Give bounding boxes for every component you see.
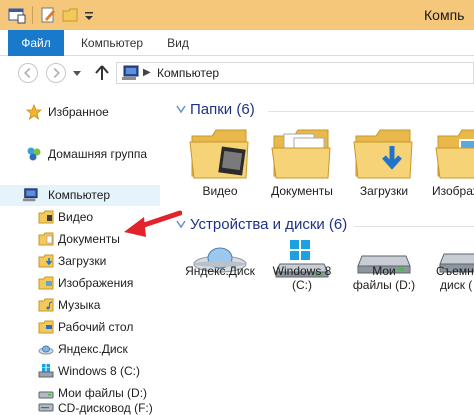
sidebar-item-label: Документы: [58, 232, 120, 246]
sidebar-item-label: Домашняя группа: [48, 147, 148, 161]
sidebar-item-homegroup[interactable]: Домашняя группа: [0, 144, 160, 165]
sidebar-item-music[interactable]: Музыка: [0, 295, 160, 316]
sidebar-item-yandex-disk[interactable]: Яндекс.Диск: [0, 339, 160, 360]
tab-computer[interactable]: Компьютер: [66, 30, 158, 56]
sidebar-item-label: Рабочий стол: [58, 320, 134, 334]
window-title: Компь: [424, 7, 465, 23]
music-folder-icon: [38, 298, 54, 312]
navigation-pane: Избранное Домашняя группа Компьютер Виде…: [0, 88, 160, 415]
sidebar-item-windows-drive[interactable]: Windows 8 (C:): [0, 361, 160, 382]
sidebar-item-label: Музыка: [58, 298, 101, 312]
tab-view[interactable]: Вид: [158, 30, 198, 56]
documents-folder-icon: [38, 232, 54, 246]
folder-label: Загрузки: [359, 184, 409, 198]
sidebar-item-label: CD-дисковод (F:): [58, 401, 153, 415]
downloads-folder-icon: [353, 129, 413, 179]
back-button[interactable]: [18, 63, 38, 83]
computer-icon: [122, 65, 139, 80]
recent-locations-dropdown[interactable]: [72, 68, 82, 78]
pictures-folder-icon: [38, 276, 54, 290]
sidebar-item-label: Избранное: [48, 105, 109, 119]
desktop-folder-icon: [38, 320, 54, 334]
folder-label: Видео: [202, 184, 238, 198]
device-label-line-2: диск (: [440, 278, 473, 292]
sidebar-item-label: Компьютер: [48, 188, 111, 202]
device-tile-my-files-drive[interactable]: Мои файлы (D:): [344, 240, 424, 300]
tab-file[interactable]: Файл: [8, 30, 64, 56]
address-bar[interactable]: ▶ Компьютер: [116, 62, 474, 84]
sidebar-item-downloads[interactable]: Загрузки: [0, 251, 160, 272]
downloads-folder-icon: [38, 254, 54, 268]
edit-icon[interactable]: [40, 6, 56, 24]
sidebar-item-label: Яндекс.Диск: [58, 342, 128, 356]
group-header-devices[interactable]: Устройства и диски (6): [176, 216, 474, 236]
windows-drive-icon: [38, 364, 54, 378]
device-tile-removable-drive[interactable]: Съемн диск (: [426, 240, 474, 300]
device-label-line-2: (C:): [292, 278, 312, 292]
computer-icon: [22, 188, 38, 202]
video-folder-icon: [189, 129, 249, 179]
sidebar-item-label: Видео: [58, 210, 94, 224]
video-folder-icon: [38, 210, 54, 224]
group-divider: [354, 226, 474, 227]
sidebar-item-favorites[interactable]: Избранное: [0, 102, 160, 123]
title-bar: Компь: [0, 0, 474, 30]
sidebar-item-pictures[interactable]: Изображения: [0, 273, 160, 294]
folder-tile-pictures[interactable]: Изображ: [426, 126, 474, 208]
chevron-down-icon[interactable]: [176, 103, 186, 115]
device-label: Яндекс.Диск: [185, 264, 255, 278]
star-icon: [26, 104, 42, 120]
group-title: Папки (6): [190, 101, 255, 118]
properties-icon[interactable]: [8, 6, 26, 24]
device-label: Мои: [372, 264, 396, 278]
new-folder-icon[interactable]: [62, 6, 78, 24]
breadcrumb-chevron-icon[interactable]: ▶: [143, 65, 151, 81]
device-tile-yandex-disk[interactable]: Яндекс.Диск: [180, 240, 260, 300]
sidebar-item-label: Загрузки: [58, 254, 107, 268]
group-divider: [268, 111, 474, 112]
documents-folder-icon: [271, 129, 331, 179]
group-header-folders[interactable]: Папки (6): [176, 101, 474, 121]
forward-button[interactable]: [46, 63, 66, 83]
sidebar-item-desktop[interactable]: Рабочий стол: [0, 317, 160, 338]
sidebar-item-computer[interactable]: Компьютер: [0, 185, 160, 206]
device-label-line-2: файлы (D:): [352, 278, 416, 292]
quick-access-separator: [32, 6, 33, 24]
folder-label: Документы: [271, 184, 333, 198]
pictures-folder-icon: [435, 129, 474, 179]
customize-dropdown-icon[interactable]: [84, 6, 94, 24]
yandex-disk-icon: [38, 345, 54, 355]
folder-tile-documents[interactable]: Документы: [262, 126, 342, 208]
address-segment-computer[interactable]: Компьютер: [157, 66, 219, 80]
folder-tile-video[interactable]: Видео: [180, 126, 260, 208]
ribbon-tabs: Файл Компьютер Вид: [0, 30, 474, 56]
annotation-arrow-icon: [124, 210, 182, 237]
device-tile-windows-drive[interactable]: Windows 8 (C:): [262, 240, 342, 300]
cd-drive-icon: [38, 403, 54, 412]
sidebar-item-label: Windows 8 (C:): [58, 364, 141, 378]
up-arrow-icon[interactable]: [94, 64, 110, 82]
folder-label: Изображ: [432, 184, 474, 198]
sidebar-item-label: Изображения: [58, 276, 134, 290]
sidebar-item-cd-drive[interactable]: CD-дисковод (F:): [0, 394, 160, 415]
homegroup-icon: [27, 147, 41, 161]
device-label: Windows 8: [272, 264, 332, 278]
device-label: Съемн: [436, 264, 474, 278]
folder-tile-downloads[interactable]: Загрузки: [344, 126, 424, 208]
group-title: Устройства и диски (6): [190, 216, 348, 233]
